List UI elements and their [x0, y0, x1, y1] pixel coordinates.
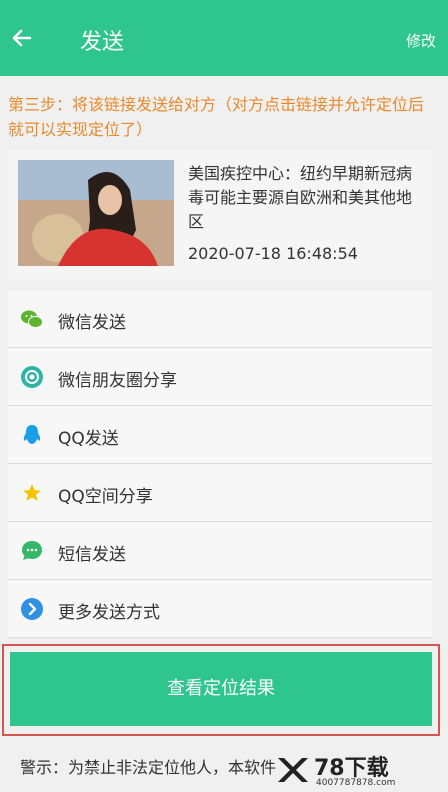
back-arrow-icon[interactable] — [10, 26, 34, 50]
view-location-result-button[interactable]: 查看定位结果 — [10, 652, 432, 726]
share-option-wechat[interactable]: 微信发送 — [8, 290, 432, 348]
edit-button[interactable]: 修改 — [406, 30, 436, 51]
news-timestamp: 2020-07-18 16:48:54 — [188, 244, 358, 263]
share-option-label: 微信发送 — [58, 313, 126, 333]
news-title: 美国疾控中心：纽约早期新冠病毒可能主要源自欧洲和美其他地区 — [188, 164, 413, 231]
share-option-qzone[interactable]: QQ空间分享 — [8, 464, 432, 522]
sms-icon — [22, 541, 42, 560]
share-option-moments[interactable]: 微信朋友圈分享 — [8, 348, 432, 406]
watermark-url: 4007787878.com — [316, 778, 396, 788]
news-card[interactable]: 美国疾控中心：纽约早期新冠病毒可能主要源自欧洲和美其他地区 2020-07-18… — [8, 150, 432, 280]
result-button-highlight: 查看定位结果 — [2, 644, 440, 736]
watermark-logo-icon — [278, 758, 308, 782]
qzone-icon — [23, 484, 41, 501]
share-option-label: 微信朋友圈分享 — [58, 371, 177, 391]
share-option-label: QQ空间分享 — [58, 487, 153, 507]
step-instruction: 第三步：将该链接发送给对方（对方点击链接并允许定位后就可以实现定位了） — [8, 95, 425, 139]
share-option-label: 更多发送方式 — [58, 603, 160, 623]
share-option-label: QQ发送 — [58, 429, 119, 449]
share-options-list: 微信发送 微信朋友圈分享 QQ发送 QQ空间分享 短信发送 更多发送方式 — [8, 290, 432, 638]
top-app-bar: 发送 修改 — [0, 0, 448, 76]
watermark: 78下载 4007787878.com — [274, 750, 442, 790]
more-icon — [21, 598, 43, 620]
share-option-sms[interactable]: 短信发送 — [8, 522, 432, 580]
share-option-more[interactable]: 更多发送方式 — [8, 580, 432, 638]
news-thumbnail — [18, 160, 174, 266]
page-title: 发送 — [80, 30, 125, 55]
share-option-qq[interactable]: QQ发送 — [8, 406, 432, 464]
qq-icon — [23, 425, 41, 444]
share-option-label: 短信发送 — [58, 545, 126, 565]
wechat-icon — [21, 310, 43, 328]
moments-icon — [21, 366, 43, 388]
